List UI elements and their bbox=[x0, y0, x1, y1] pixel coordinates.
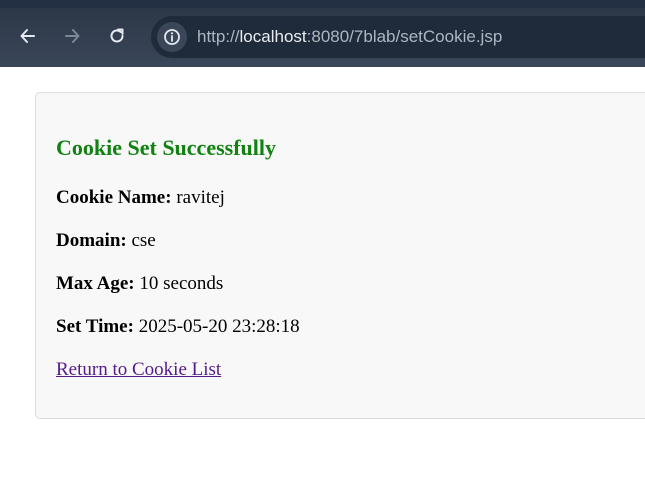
url-host: localhost bbox=[239, 27, 307, 46]
cookie-name-value: ravitej bbox=[171, 187, 225, 208]
url-path: :8080/7blab/setCookie.jsp bbox=[306, 27, 503, 46]
reload-button[interactable] bbox=[103, 22, 131, 50]
set-time-label: Set Time: bbox=[56, 316, 134, 337]
back-arrow-icon bbox=[20, 29, 35, 43]
return-to-cookie-list-link[interactable]: Return to Cookie List bbox=[56, 359, 221, 381]
cookie-result-card: Cookie Set Successfully Cookie Name: rav… bbox=[35, 92, 645, 419]
forward-arrow-icon bbox=[65, 29, 80, 43]
url-scheme: http:// bbox=[197, 27, 240, 46]
url-text[interactable]: http://localhost:8080/7blab/setCookie.js… bbox=[197, 27, 502, 47]
max-age-label: Max Age: bbox=[56, 273, 135, 294]
browser-toolbar: http://localhost:8080/7blab/setCookie.js… bbox=[0, 0, 645, 67]
max-age-value: 10 seconds bbox=[134, 273, 224, 294]
address-bar[interactable]: http://localhost:8080/7blab/setCookie.js… bbox=[151, 16, 645, 58]
set-time-row: Set Time: 2025-05-20 23:28:18 bbox=[56, 316, 300, 338]
cookie-name-label: Cookie Name: bbox=[56, 187, 172, 208]
domain-value: cse bbox=[126, 230, 156, 251]
site-info-button[interactable] bbox=[157, 22, 187, 52]
cookie-name-row: Cookie Name: ravitej bbox=[56, 187, 225, 209]
tab-strip bbox=[0, 0, 645, 8]
forward-button[interactable] bbox=[58, 22, 86, 50]
domain-row: Domain: cse bbox=[56, 230, 156, 252]
set-time-value: 2025-05-20 23:28:18 bbox=[133, 316, 300, 337]
domain-label: Domain: bbox=[56, 230, 127, 251]
reload-icon bbox=[110, 28, 124, 43]
info-icon bbox=[164, 29, 180, 45]
back-button[interactable] bbox=[14, 22, 42, 50]
page-title: Cookie Set Successfully bbox=[56, 135, 276, 160]
max-age-row: Max Age: 10 seconds bbox=[56, 273, 223, 295]
